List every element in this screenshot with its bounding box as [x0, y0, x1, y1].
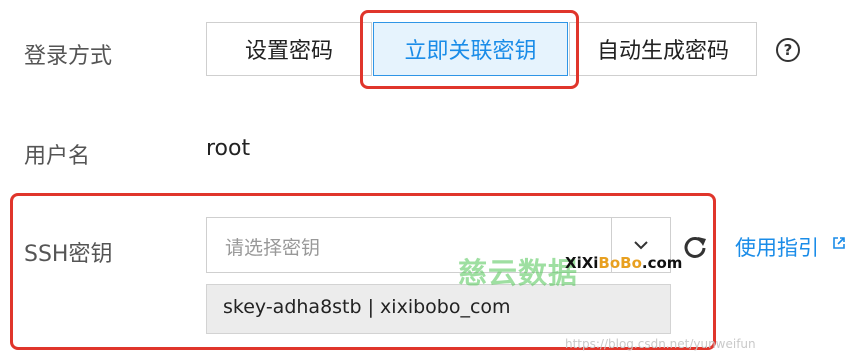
login-method-label: 登录方式 — [24, 44, 113, 69]
watermark-en-mid: BoBo — [598, 254, 642, 272]
tab-set-password[interactable]: 设置密码 — [206, 22, 372, 76]
tab-auto-password-label: 自动生成密码 — [596, 39, 729, 64]
ssh-key-label: SSH密钥 — [24, 242, 113, 267]
refresh-icon[interactable] — [682, 234, 708, 260]
usage-guide-link[interactable]: 使用指引 — [735, 232, 819, 262]
question-circle-icon[interactable]: ? — [776, 38, 800, 62]
tab-auto-password[interactable]: 自动生成密码 — [569, 22, 757, 76]
watermark-cn: 慈云数据 — [458, 256, 579, 290]
ssh-key-placeholder: 请选择密钥 — [225, 237, 321, 259]
selected-key-tag: skey-adha8stb | xixibobo_com — [206, 284, 671, 334]
watermark-en-prefix: XiXi — [565, 254, 599, 272]
username-label: 用户名 — [24, 144, 91, 169]
highlight-box-login — [360, 10, 579, 89]
tab-set-password-label: 设置密码 — [244, 39, 333, 64]
watermark-en-suffix: .com — [641, 254, 683, 272]
watermark-url: https://blog.csdn.net/yunweifun — [565, 337, 756, 351]
external-link-icon[interactable] — [832, 236, 846, 250]
watermark-en: XiXiBoBo.com — [565, 254, 682, 272]
username-value: root — [206, 136, 251, 161]
